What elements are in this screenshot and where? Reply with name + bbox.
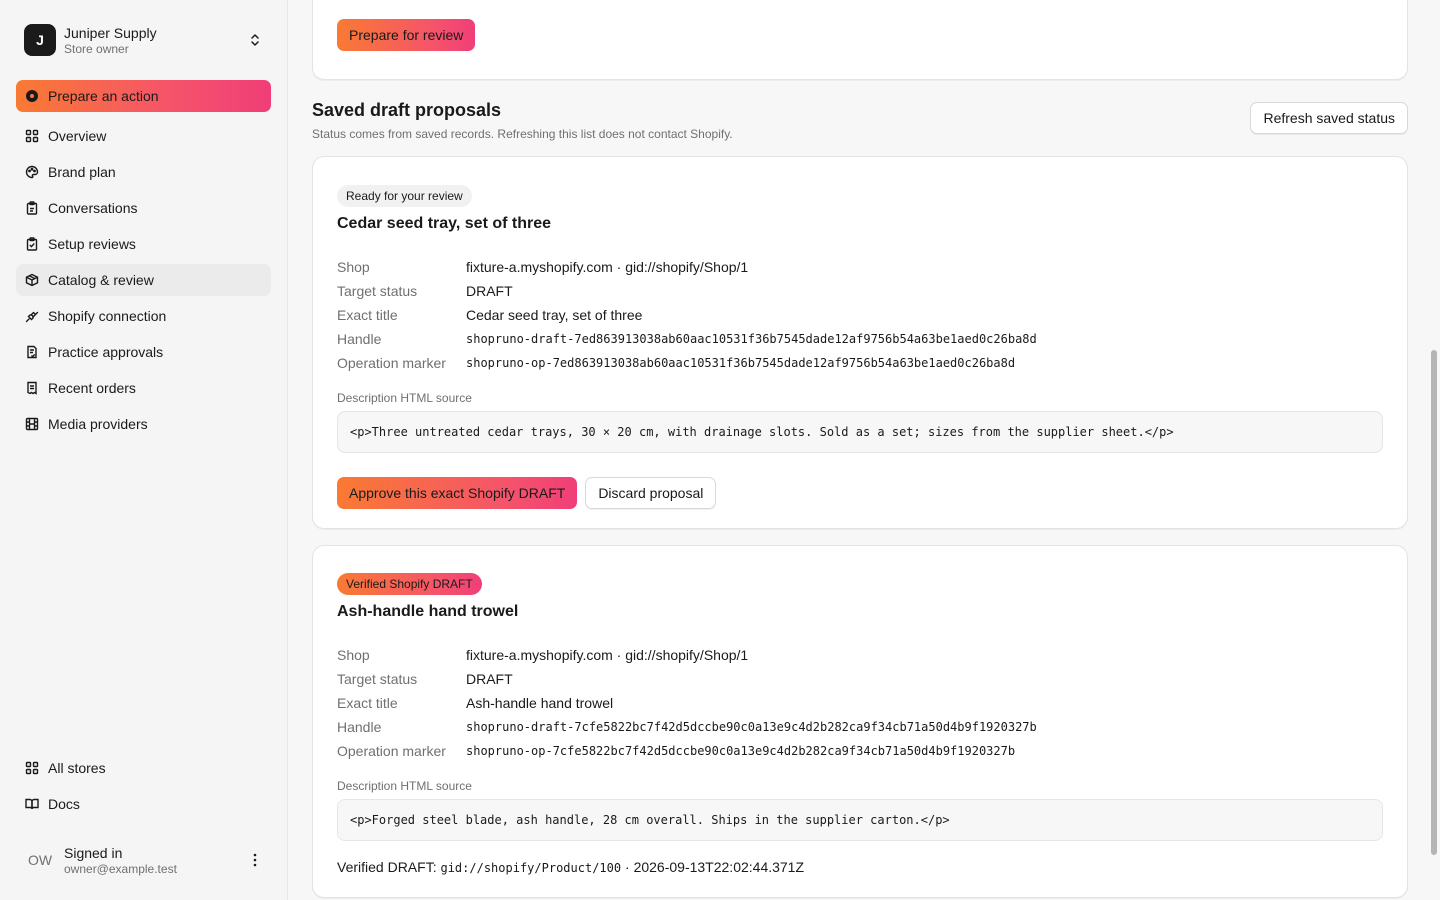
proposal-details: Shop fixture-a.myshopify.com · gid://shop…: [337, 643, 1383, 763]
sidebar-item-label: All stores: [48, 760, 106, 776]
sidebar-item-label: Shopify connection: [48, 308, 167, 324]
verified-draft-line: Verified DRAFT: gid://shopify/Product/10…: [337, 859, 1383, 875]
shop-value: fixture-a.myshopify.com · gid://shopify/…: [466, 647, 749, 663]
palette-icon: [24, 164, 40, 180]
prepare-for-review-button[interactable]: Prepare for review: [337, 19, 476, 51]
nav-prepare-action-label: Prepare an action: [48, 88, 159, 104]
status-badge: Ready for your review: [337, 185, 472, 207]
saved-proposals-header: Saved draft proposals Status comes from …: [312, 100, 1408, 141]
target-status-value: DRAFT: [466, 283, 513, 299]
plug-icon: [24, 308, 40, 324]
description-source-code: <p>Forged steel blade, ash handle, 28 cm…: [337, 799, 1383, 841]
grid-icon: [24, 128, 40, 144]
handle-label: Handle: [337, 719, 382, 735]
proposal-title: Cedar seed tray, set of three: [337, 215, 552, 232]
main-content: Prepare for review Saved draft proposals…: [288, 0, 1440, 900]
document-check-icon: [24, 344, 40, 360]
sidebar-item-media-providers[interactable]: Media providers: [16, 408, 271, 440]
sidebar-item-all-stores[interactable]: All stores: [16, 752, 271, 784]
operation-marker-value: shopruno-op-7ed863913038ab60aac10531f36b…: [466, 356, 1016, 370]
sidebar-item-label: Practice approvals: [48, 344, 164, 360]
grid-icon: [24, 760, 40, 776]
sidebar-item-catalog-review[interactable]: Catalog & review: [16, 264, 271, 296]
sidebar-item-label: Catalog & review: [48, 272, 154, 288]
target-status-value: DRAFT: [466, 671, 513, 687]
proposal-card: Verified Shopify DRAFT Ash-handle hand t…: [312, 545, 1408, 898]
scrollbar-thumb[interactable]: [1431, 350, 1437, 855]
shop-label: Shop: [337, 259, 370, 275]
verified-separator: ·: [625, 859, 630, 875]
store-name: Juniper Supply: [64, 24, 157, 41]
exact-title-label: Exact title: [337, 695, 398, 711]
sidebar-item-docs[interactable]: Docs: [16, 788, 271, 820]
description-source-label: Description HTML source: [337, 779, 472, 793]
description-source-code: <p>Three untreated cedar trays, 30 × 20 …: [337, 411, 1383, 453]
user-email: owner@example.test: [64, 861, 177, 876]
sidebar-item-practice-approvals[interactable]: Practice approvals: [16, 336, 271, 368]
avatar: OW: [27, 852, 53, 868]
exact-title-value: Ash-handle hand trowel: [466, 695, 614, 711]
clipboard-icon: [24, 200, 40, 216]
sidebar-item-overview[interactable]: Overview: [16, 120, 271, 152]
user-menu[interactable]: OW Signed in owner@example.test: [16, 836, 271, 884]
shop-value: fixture-a.myshopify.com · gid://shopify/…: [466, 259, 749, 275]
store-avatar: J: [24, 24, 56, 56]
book-open-icon: [24, 796, 40, 812]
status-badge: Verified Shopify DRAFT: [337, 573, 482, 595]
target-icon: [24, 88, 40, 104]
section-title: Saved draft proposals: [312, 100, 502, 120]
sidebar: J Juniper Supply Store owner Prepare an …: [0, 0, 288, 900]
sidebar-item-label: Conversations: [48, 200, 138, 216]
sidebar-item-label: Brand plan: [48, 164, 116, 180]
more-vertical-icon[interactable]: [247, 852, 263, 868]
nav-prepare-action[interactable]: Prepare an action: [16, 80, 271, 112]
exact-title-label: Exact title: [337, 307, 398, 323]
film-icon: [24, 416, 40, 432]
sidebar-item-label: Media providers: [48, 416, 148, 432]
proposal-title: Ash-handle hand trowel: [337, 603, 519, 620]
operation-marker-label: Operation marker: [337, 355, 446, 371]
target-status-label: Target status: [337, 671, 418, 687]
prepare-card: Prepare for review: [312, 0, 1408, 80]
scrollbar[interactable]: [1428, 0, 1440, 900]
section-subtitle: Status comes from saved records. Refresh…: [312, 127, 733, 141]
chevron-up-down-icon: [247, 32, 263, 48]
handle-value: shopruno-draft-7cfe5822bc7f42d5dccbe90c0…: [466, 720, 1037, 734]
description-source-label: Description HTML source: [337, 391, 472, 405]
store-role: Store owner: [64, 41, 129, 56]
verified-timestamp: 2026-09-13T22:02:44.371Z: [633, 859, 805, 875]
clipboard-check-icon: [24, 236, 40, 252]
discard-proposal-button[interactable]: Discard proposal: [585, 477, 717, 509]
sidebar-item-label: Setup reviews: [48, 236, 136, 252]
shop-label: Shop: [337, 647, 370, 663]
sidebar-item-setup-reviews[interactable]: Setup reviews: [16, 228, 271, 260]
store-switcher[interactable]: J Juniper Supply Store owner: [16, 0, 271, 80]
operation-marker-value: shopruno-op-7cfe5822bc7f42d5dccbe90c0a13…: [466, 744, 1016, 758]
refresh-saved-status-button[interactable]: Refresh saved status: [1250, 102, 1408, 134]
verified-product-gid: gid://shopify/Product/100: [440, 861, 622, 875]
sidebar-item-label: Recent orders: [48, 380, 136, 396]
exact-title-value: Cedar seed tray, set of three: [466, 307, 643, 323]
receipt-icon: [24, 380, 40, 396]
handle-value: shopruno-draft-7ed863913038ab60aac10531f…: [466, 332, 1037, 346]
sidebar-item-recent-orders[interactable]: Recent orders: [16, 372, 271, 404]
package-icon: [24, 272, 40, 288]
verified-prefix: Verified DRAFT:: [337, 859, 437, 875]
user-status: Signed in: [64, 844, 123, 861]
sidebar-item-label: Overview: [48, 128, 107, 144]
approve-draft-button[interactable]: Approve this exact Shopify DRAFT: [337, 477, 578, 509]
proposal-card: Ready for your review Cedar seed tray, s…: [312, 156, 1408, 529]
sidebar-item-brand-plan[interactable]: Brand plan: [16, 156, 271, 188]
handle-label: Handle: [337, 331, 382, 347]
operation-marker-label: Operation marker: [337, 743, 446, 759]
target-status-label: Target status: [337, 283, 418, 299]
proposal-details: Shop fixture-a.myshopify.com · gid://shop…: [337, 255, 1383, 375]
sidebar-item-label: Docs: [48, 796, 80, 812]
sidebar-item-shopify-connection[interactable]: Shopify connection: [16, 300, 271, 332]
sidebar-item-conversations[interactable]: Conversations: [16, 192, 271, 224]
